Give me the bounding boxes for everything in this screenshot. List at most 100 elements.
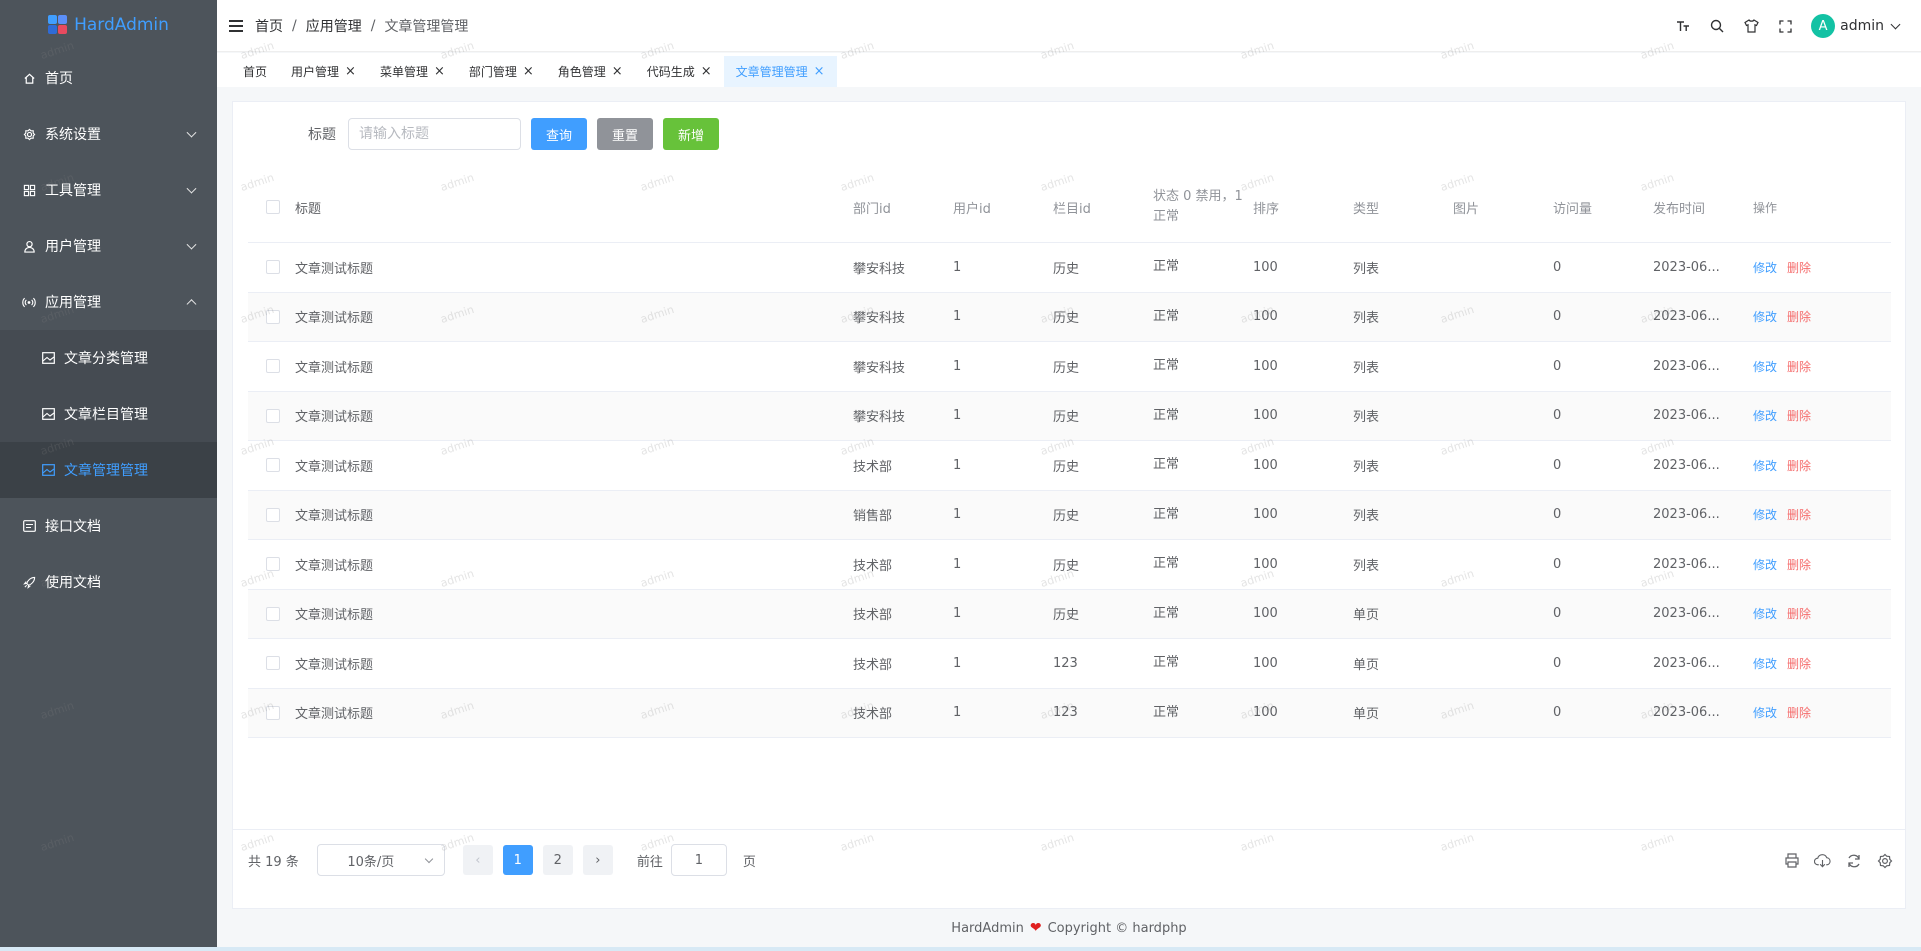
edit-link[interactable]: 修改	[1753, 558, 1777, 572]
delete-link[interactable]: 删除	[1787, 607, 1811, 621]
sidebar: HardAdmin 首页 系统设置 工具管理 用户管理 应用管理 文章分类管理 …	[0, 0, 217, 951]
sidebar-subitem-article-management[interactable]: 文章管理管理	[0, 442, 217, 498]
row-checkbox[interactable]	[266, 309, 280, 324]
breadcrumb-separator: /	[370, 17, 376, 34]
delete-link[interactable]: 删除	[1787, 558, 1811, 572]
total-count: 共 19 条	[248, 854, 299, 870]
breadcrumb-item[interactable]: 应用管理	[306, 16, 362, 36]
tab-code-generation[interactable]: 代码生成 ×	[635, 56, 724, 87]
settings-icon[interactable]	[1876, 852, 1893, 869]
delete-link[interactable]: 删除	[1787, 261, 1811, 275]
delete-link[interactable]: 删除	[1787, 409, 1811, 423]
page-size-select[interactable]: 10条/页	[316, 844, 445, 876]
refresh-icon[interactable]	[1845, 852, 1862, 869]
column-cell: 历史	[1053, 608, 1080, 624]
row-checkbox[interactable]	[266, 260, 280, 275]
delete-link[interactable]: 删除	[1787, 360, 1811, 374]
font-size-icon[interactable]	[1675, 18, 1691, 34]
tab-dept-management[interactable]: 部门管理 ×	[457, 56, 546, 87]
article-table: 标题 部门id 用户id 栏目id 状态 0 禁用，1正常 排序 类型 图片 访…	[248, 172, 1891, 738]
row-checkbox[interactable]	[266, 458, 280, 473]
sidebar-subitem-article-categories[interactable]: 文章分类管理	[0, 330, 217, 386]
views-cell: 0	[1553, 358, 1562, 374]
tab-user-management[interactable]: 用户管理 ×	[279, 56, 368, 87]
row-checkbox[interactable]	[266, 507, 280, 522]
tab-role-management[interactable]: 角色管理 ×	[546, 56, 635, 87]
user-menu[interactable]: A admin	[1811, 14, 1901, 38]
close-icon[interactable]: ×	[345, 64, 356, 79]
dept-cell: 攀安科技	[853, 360, 906, 376]
row-checkbox[interactable]	[266, 606, 280, 621]
user-name: admin	[1840, 18, 1884, 34]
date-cell: 2023-06...	[1653, 457, 1720, 473]
printer-icon[interactable]	[1783, 852, 1800, 869]
goto-page-input[interactable]: 1	[670, 844, 727, 876]
add-button[interactable]: 新增	[663, 118, 720, 150]
row-checkbox[interactable]	[266, 656, 280, 671]
row-checkbox[interactable]	[266, 557, 280, 572]
row-checkbox[interactable]	[266, 359, 280, 374]
edit-link[interactable]: 修改	[1753, 607, 1777, 621]
edit-link[interactable]: 修改	[1753, 657, 1777, 671]
edit-link[interactable]: 修改	[1753, 706, 1777, 720]
tab-article-management[interactable]: 文章管理管理 ×	[723, 56, 837, 87]
signal-icon	[22, 295, 36, 309]
sidebar-item-label: 系统设置	[45, 127, 101, 143]
type-cell: 列表	[1353, 311, 1380, 327]
row-checkbox[interactable]	[266, 408, 280, 423]
sidebar-item-tools[interactable]: 工具管理	[0, 162, 217, 218]
avatar: A	[1811, 14, 1836, 38]
cloud-download-icon[interactable]	[1814, 852, 1831, 869]
row-checkbox[interactable]	[266, 705, 280, 720]
reset-button[interactable]: 重置	[597, 118, 654, 150]
status-cell: 正常	[1153, 556, 1180, 572]
close-icon[interactable]: ×	[814, 64, 825, 79]
prev-page-button[interactable]: ‹	[462, 845, 493, 875]
breadcrumb-item[interactable]: 首页	[255, 16, 283, 36]
sidebar-item-system-settings[interactable]: 系统设置	[0, 106, 217, 162]
delete-link[interactable]: 删除	[1787, 310, 1811, 324]
close-icon[interactable]: ×	[701, 64, 712, 79]
sidebar-subitem-article-columns[interactable]: 文章栏目管理	[0, 386, 217, 442]
sidebar-item-api-docs[interactable]: 接口文档	[0, 498, 217, 554]
close-icon[interactable]: ×	[612, 64, 623, 79]
delete-link[interactable]: 删除	[1787, 706, 1811, 720]
tab-home[interactable]: 首页	[231, 56, 279, 87]
edit-link[interactable]: 修改	[1753, 360, 1777, 374]
menu-toggle-icon[interactable]	[229, 19, 243, 32]
close-icon[interactable]: ×	[434, 64, 445, 79]
delete-link[interactable]: 删除	[1787, 459, 1811, 473]
title-search-input[interactable]	[348, 118, 521, 150]
tab-menu-management[interactable]: 菜单管理 ×	[368, 56, 457, 87]
table-row: 文章测试标题 技术部 1 123 正常 100 单页 0 2023-06... 修改 删除	[248, 639, 1891, 689]
brand-logo[interactable]: HardAdmin	[0, 0, 217, 50]
column-cell: 123	[1053, 705, 1078, 721]
pager-divider	[233, 829, 1905, 830]
sidebar-item-users[interactable]: 用户管理	[0, 218, 217, 274]
delete-link[interactable]: 删除	[1787, 657, 1811, 671]
search-icon[interactable]	[1709, 18, 1725, 34]
page-button[interactable]: 1	[502, 845, 533, 875]
edit-link[interactable]: 修改	[1753, 508, 1777, 522]
column-header: 发布时间	[1653, 201, 1706, 217]
edit-link[interactable]: 修改	[1753, 261, 1777, 275]
close-icon[interactable]: ×	[523, 64, 534, 79]
column-cell: 历史	[1053, 410, 1080, 426]
fullscreen-icon[interactable]	[1777, 18, 1793, 34]
column-cell: 历史	[1053, 311, 1080, 327]
tab-label: 文章管理管理	[735, 65, 808, 79]
column-header: 访问量	[1553, 201, 1593, 217]
delete-link[interactable]: 删除	[1787, 508, 1811, 522]
edit-link[interactable]: 修改	[1753, 310, 1777, 324]
sidebar-subitem-label: 文章栏目管理	[64, 407, 148, 423]
query-button[interactable]: 查询	[531, 118, 588, 150]
select-all-checkbox[interactable]	[266, 200, 280, 214]
sidebar-item-home[interactable]: 首页	[0, 50, 217, 106]
edit-link[interactable]: 修改	[1753, 409, 1777, 423]
next-page-button[interactable]: ›	[582, 845, 613, 875]
theme-shirt-icon[interactable]	[1743, 18, 1759, 34]
page-button[interactable]: 2	[542, 845, 573, 875]
sidebar-item-app-management[interactable]: 应用管理	[0, 274, 217, 330]
edit-link[interactable]: 修改	[1753, 459, 1777, 473]
sidebar-item-usage-docs[interactable]: 使用文档	[0, 554, 217, 610]
